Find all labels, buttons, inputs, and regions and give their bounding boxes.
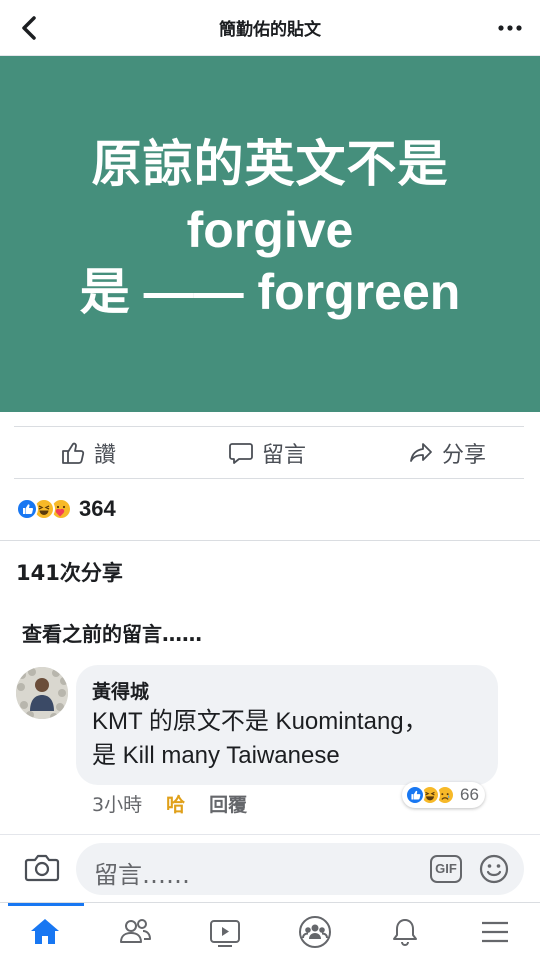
page-title: 簡勤佑的貼文 [219,20,321,40]
like-button[interactable]: 讚 [60,427,116,479]
comment-reactions[interactable]: 66 [402,782,485,808]
comment-button[interactable]: 留言 [228,427,306,479]
comment-reply-button[interactable]: 回覆 [209,790,247,817]
reaction-count: 364 [79,496,116,521]
tab-groups[interactable] [270,903,360,960]
like-reaction-icon [16,498,38,520]
tab-notifications[interactable] [360,903,450,960]
comment-bubble[interactable]: 黃得城 KMT 的原文不是 Kuomintang， 是 Kill many Ta… [76,665,498,785]
friends-icon [120,919,151,943]
home-icon [31,919,59,944]
comment-author[interactable]: 黃得城 [92,677,149,704]
share-count[interactable]: 141次分享 [16,557,123,587]
reactions-summary[interactable]: 364 [16,494,116,524]
comment-input[interactable]: 留言…… GIF [76,843,524,895]
tab-home[interactable] [0,903,90,960]
top-bar: 簡勤佑的貼文 [0,0,540,56]
tab-watch[interactable] [180,903,270,960]
active-tab-indicator [8,903,84,906]
comment-input-placeholder: 留言…… [94,861,190,889]
comment-bubble-icon [229,443,253,464]
view-previous-comments-link[interactable]: 查看之前的留言…… [22,618,202,647]
share-button[interactable]: 分享 [408,427,486,479]
comment-time: 3小時 [92,794,143,816]
like-label: 讚 [94,443,117,468]
comment-meta: 3小時 哈 回覆 [92,790,271,817]
comment-label: 留言 [262,443,307,468]
like-reaction-icon [405,785,425,805]
post-line-1: 原諒的英文不是 [91,135,449,193]
comment-my-reaction-button[interactable]: 哈 [166,790,185,817]
groups-icon [299,916,331,948]
hamburger-menu-icon [482,921,508,943]
gif-button[interactable]: GIF [430,855,462,883]
video-icon [210,920,240,947]
camera-icon[interactable] [22,848,62,888]
divider [0,540,540,541]
share-label: 分享 [442,443,487,468]
bottom-navigation [0,902,540,960]
comment-text-line-2: 是 Kill many Taiwanese [92,742,340,769]
emoji-icon[interactable] [478,853,510,885]
post-line-3: 是 —— forgreen [79,264,461,320]
bell-icon [393,919,417,947]
comment-text-line-1: KMT 的原文不是 Kuomintang， [92,708,428,735]
post-action-bar: 讚 留言 分享 [14,426,524,479]
divider [0,834,540,835]
comment-text: KMT 的原文不是 Kuomintang， 是 Kill many Taiwan… [92,705,492,773]
post-text-banner: 原諒的英文不是 forgive 是 —— forgreen [0,56,540,412]
thumbs-up-icon [62,442,85,464]
comment-reaction-count: 66 [460,785,479,804]
more-options-icon[interactable] [494,12,526,44]
tab-menu[interactable] [450,903,540,960]
commenter-avatar[interactable] [16,667,68,719]
post-line-2: forgive [186,202,354,258]
share-arrow-icon [410,443,432,462]
tab-friends[interactable] [90,903,180,960]
